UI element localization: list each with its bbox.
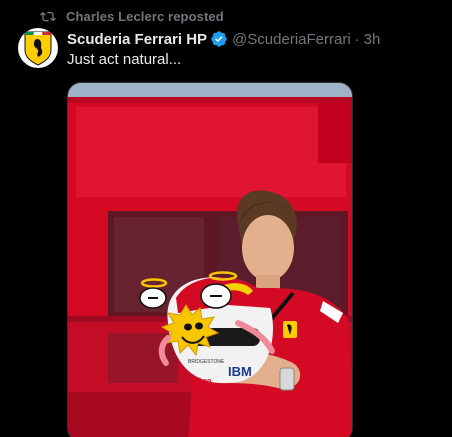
svg-text:BRIDGESTONE: BRIDGESTONE — [188, 359, 225, 365]
video-still-image: IBM ray-ban BRIDGESTONE — [68, 83, 352, 437]
timestamp[interactable]: 3h — [364, 31, 381, 48]
repost-icon — [40, 8, 58, 24]
tweet-media[interactable]: IBM ray-ban BRIDGESTONE — [67, 82, 353, 437]
author-name[interactable]: Scuderia Ferrari HP — [67, 31, 207, 48]
author-handle[interactable]: @ScuderiaFerrari — [232, 31, 351, 48]
tweet-text: Just act natural... — [67, 51, 182, 68]
repost-context[interactable]: Charles Leclerc reposted — [40, 8, 224, 24]
svg-text:ray-ban: ray-ban — [186, 378, 211, 385]
repost-label[interactable]: Charles Leclerc reposted — [66, 9, 224, 24]
verified-badge-icon[interactable] — [210, 30, 228, 48]
avatar[interactable] — [18, 28, 58, 68]
separator-dot: · — [354, 30, 360, 48]
svg-text:IBM: IBM — [228, 364, 252, 379]
ferrari-shield-logo-icon — [24, 31, 52, 66]
tweet-header: Scuderia Ferrari HP @ScuderiaFerrari · 3… — [67, 29, 380, 49]
